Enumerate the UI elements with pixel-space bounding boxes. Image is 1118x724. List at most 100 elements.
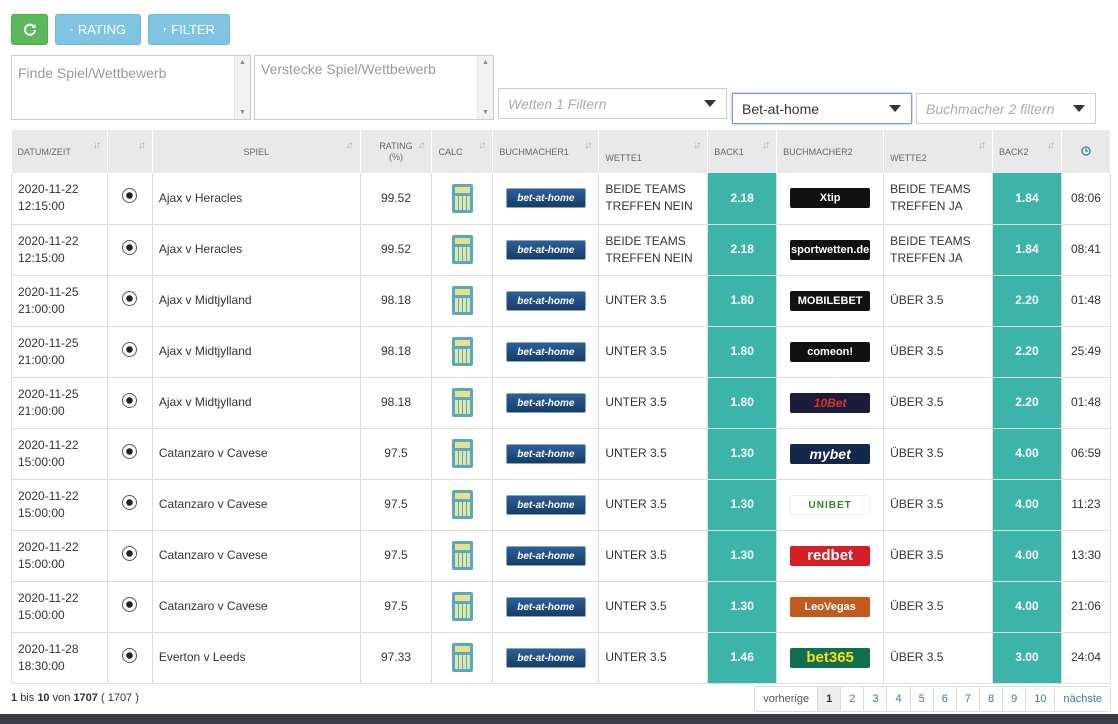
cell-bookmaker2[interactable]: bet365 <box>776 632 885 683</box>
bookmaker2-logo[interactable]: comeon! <box>790 341 871 362</box>
pager-page[interactable]: 4 <box>887 687 911 711</box>
cell-match[interactable]: Ajax v Heracles <box>152 173 361 224</box>
cell-match[interactable]: Catanzaro v Cavese <box>152 479 361 530</box>
cell-bookmaker2[interactable]: comeon! <box>776 326 885 377</box>
cell-match[interactable]: Ajax v Heracles <box>152 224 361 275</box>
bookmaker2-logo[interactable]: bet365 <box>790 647 871 668</box>
cell-bookmaker1[interactable]: bet-at-home <box>492 581 600 632</box>
cell-back1[interactable]: 1.80 <box>707 377 778 428</box>
col-back2[interactable]: BACK2 ↓↑ <box>992 130 1062 173</box>
col-buchmacher2[interactable]: BUCHMACHER2 <box>776 130 885 173</box>
col-age[interactable] <box>1061 130 1112 173</box>
cell-match[interactable]: Catanzaro v Cavese <box>152 581 361 632</box>
table-row[interactable]: 2020-11-22 15:00:00 Catanzaro v Cavese 97… <box>11 479 1112 530</box>
bookmaker1-logo[interactable]: bet-at-home <box>505 545 586 566</box>
cell-match[interactable]: Ajax v Midtjylland <box>152 275 361 326</box>
cell-calc[interactable] <box>431 479 494 530</box>
calculator-icon[interactable] <box>451 541 473 570</box>
cell-bookmaker1[interactable]: bet-at-home <box>492 632 600 683</box>
cell-bookmaker1[interactable]: bet-at-home <box>492 377 600 428</box>
cell-calc[interactable] <box>431 632 494 683</box>
table-row[interactable]: 2020-11-22 15:00:00 Catanzaro v Cavese 97… <box>11 428 1112 479</box>
table-row[interactable]: 2020-11-28 18:30:00 Everton v Leeds 97.33… <box>11 632 1112 683</box>
cell-calc[interactable] <box>431 326 494 377</box>
cell-back1[interactable]: 2.18 <box>707 173 778 224</box>
cell-calc[interactable] <box>431 581 494 632</box>
pager-page[interactable]: 6 <box>934 687 957 711</box>
calculator-icon[interactable] <box>451 388 473 417</box>
cell-back1[interactable]: 1.80 <box>707 275 778 326</box>
cell-bookmaker2[interactable]: UNIBET <box>776 479 885 530</box>
bookmaker2-logo[interactable]: LeoVegas <box>790 596 871 617</box>
calculator-icon[interactable] <box>451 183 473 213</box>
bookmaker2-logo[interactable]: MOBILEBET <box>790 290 871 311</box>
pager-next[interactable]: nächste <box>1055 687 1110 711</box>
cell-back2[interactable]: 1.84 <box>992 224 1062 275</box>
col-buchmacher1[interactable]: BUCHMACHER1 ↓↑ <box>492 130 600 173</box>
calculator-icon[interactable] <box>451 337 473 366</box>
bookmaker2-logo[interactable]: Xtip <box>790 188 871 209</box>
cell-bookmaker1[interactable]: bet-at-home <box>492 275 600 326</box>
pager-page[interactable]: 8 <box>980 687 1004 711</box>
pager-page[interactable]: 7 <box>957 687 980 711</box>
rating-button[interactable]: RATING <box>55 14 141 45</box>
col-back1[interactable]: BACK1 ↓↑ <box>707 130 778 173</box>
cell-back2[interactable]: 2.20 <box>992 377 1062 428</box>
bookmaker1-filter-select[interactable]: Bet-at-home <box>732 93 912 124</box>
cell-bookmaker1[interactable]: bet-at-home <box>492 326 600 377</box>
cell-back1[interactable]: 2.18 <box>707 224 778 275</box>
cell-bookmaker2[interactable]: MOBILEBET <box>776 275 885 326</box>
bookmaker1-logo[interactable]: bet-at-home <box>505 239 586 260</box>
bet1-filter-select[interactable]: Wetten 1 Filtern <box>498 88 727 119</box>
pager-page[interactable]: 9 <box>1003 687 1027 711</box>
table-row[interactable]: 2020-11-25 21:00:00 Ajax v Midtjylland 98… <box>11 275 1112 326</box>
bookmaker1-logo[interactable]: bet-at-home <box>505 647 586 668</box>
cell-bookmaker1[interactable]: bet-at-home <box>492 173 600 224</box>
cell-bookmaker2[interactable]: 10Bet <box>776 377 885 428</box>
table-row[interactable]: 2020-11-25 21:00:00 Ajax v Midtjylland 98… <box>11 326 1112 377</box>
cell-back1[interactable]: 1.30 <box>707 581 778 632</box>
bookmaker2-filter-select[interactable]: Buchmacher 2 filtern <box>916 93 1096 124</box>
bookmaker1-logo[interactable]: bet-at-home <box>505 188 586 209</box>
pager-page[interactable]: 2 <box>841 687 865 711</box>
cell-calc[interactable] <box>431 428 494 479</box>
cell-back1[interactable]: 1.30 <box>707 479 778 530</box>
cell-back2[interactable]: 2.20 <box>992 275 1062 326</box>
bookmaker1-logo[interactable]: bet-at-home <box>505 596 586 617</box>
table-row[interactable]: 2020-11-22 12:15:00 Ajax v Heracles 99.52… <box>11 224 1112 275</box>
cell-calc[interactable] <box>431 224 494 275</box>
bookmaker2-logo[interactable]: 10Bet <box>790 392 871 413</box>
calculator-icon[interactable] <box>451 286 473 315</box>
cell-back2[interactable]: 1.84 <box>992 173 1062 224</box>
cell-bookmaker2[interactable]: redbet <box>776 530 885 581</box>
cell-bookmaker2[interactable]: sportwetten.de <box>776 224 885 275</box>
cell-back2[interactable]: 4.00 <box>992 479 1062 530</box>
cell-back2[interactable]: 2.20 <box>992 326 1062 377</box>
cell-match[interactable]: Catanzaro v Cavese <box>152 530 361 581</box>
pager-page[interactable]: 5 <box>911 687 934 711</box>
col-calc[interactable]: CALC ↓↑ <box>431 130 494 173</box>
table-row[interactable]: 2020-11-22 15:00:00 Catanzaro v Cavese 97… <box>11 530 1112 581</box>
cell-match[interactable]: Ajax v Midtjylland <box>152 326 361 377</box>
cell-bookmaker2[interactable]: LeoVegas <box>776 581 885 632</box>
cell-back1[interactable]: 1.46 <box>707 632 778 683</box>
col-rating[interactable]: RATING (%) ↓↑ <box>360 130 433 173</box>
cell-back2[interactable]: 4.00 <box>992 581 1062 632</box>
cell-match[interactable]: Everton v Leeds <box>152 632 361 683</box>
cell-calc[interactable] <box>431 377 494 428</box>
refresh-button[interactable] <box>11 14 48 45</box>
table-row[interactable]: 2020-11-25 21:00:00 Ajax v Midtjylland 98… <box>11 377 1112 428</box>
cell-back2[interactable]: 3.00 <box>992 632 1062 683</box>
bookmaker2-logo[interactable]: UNIBET <box>790 494 871 515</box>
calculator-icon[interactable] <box>451 643 473 672</box>
cell-calc[interactable] <box>431 275 494 326</box>
pager-prev[interactable]: vorherige <box>755 687 819 711</box>
col-sport[interactable]: ↓↑ <box>107 130 153 173</box>
cell-back1[interactable]: 1.30 <box>707 530 778 581</box>
cell-bookmaker1[interactable]: bet-at-home <box>492 428 600 479</box>
filter-button[interactable]: FILTER <box>148 14 230 45</box>
cell-back1[interactable]: 1.80 <box>707 326 778 377</box>
cell-bookmaker2[interactable]: Xtip <box>776 173 885 224</box>
bookmaker1-logo[interactable]: bet-at-home <box>505 341 586 362</box>
calculator-icon[interactable] <box>451 439 473 468</box>
